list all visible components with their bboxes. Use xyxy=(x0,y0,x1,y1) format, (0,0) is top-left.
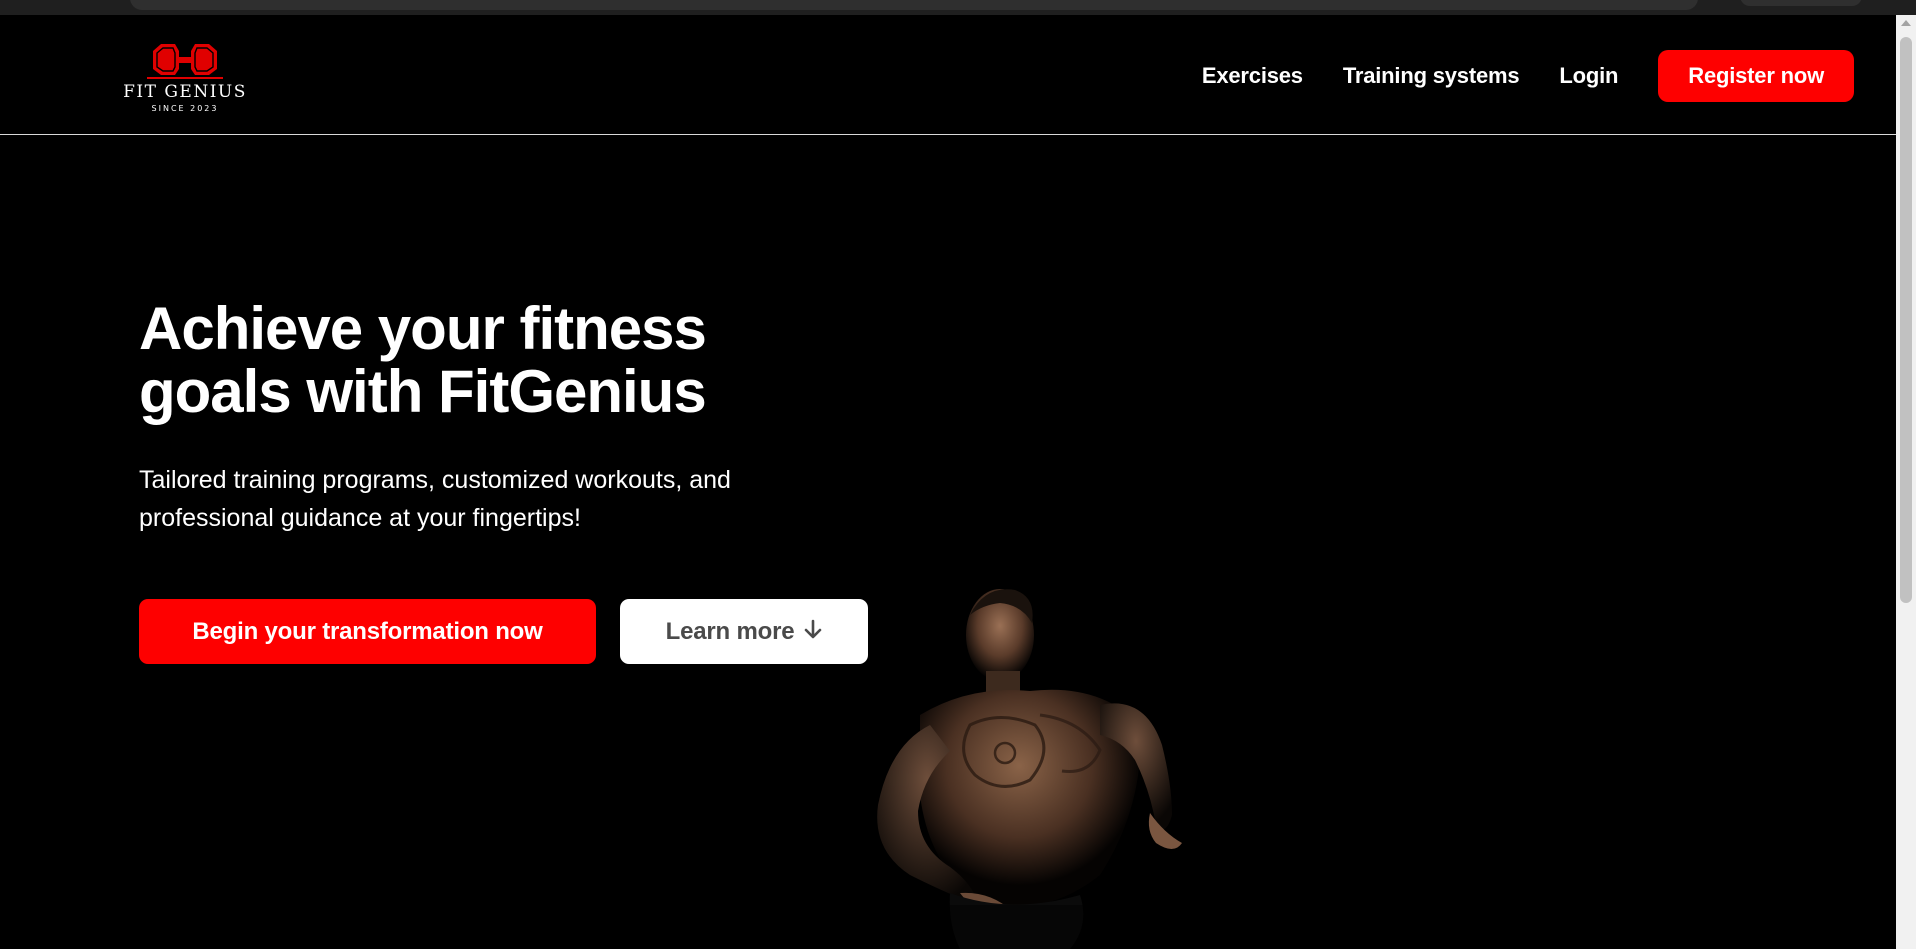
dumbbell-icon xyxy=(147,44,223,79)
page: FIT GENIUS SINCE 2023 Exercises Training… xyxy=(0,15,1896,949)
register-button[interactable]: Register now xyxy=(1658,50,1854,102)
hero-subtitle: Tailored training programs, customized w… xyxy=(139,466,731,532)
nav-training-systems[interactable]: Training systems xyxy=(1343,63,1520,89)
logo-tagline: SINCE 2023 xyxy=(151,104,219,113)
hero-title: Achieve your fitness goals with FitGeniu… xyxy=(139,295,707,425)
logo-name: FIT GENIUS xyxy=(123,82,247,102)
browser-profile-button[interactable] xyxy=(1740,0,1862,6)
browser-toolbar xyxy=(0,0,1916,15)
scroll-up-arrow-icon[interactable] xyxy=(1901,20,1911,26)
begin-transformation-label: Begin your transformation now xyxy=(192,617,543,645)
main-nav: Exercises Training systems Login Registe… xyxy=(1162,50,1854,102)
nav-login[interactable]: Login xyxy=(1559,63,1618,89)
scrollbar-thumb[interactable] xyxy=(1900,37,1912,603)
logo[interactable]: FIT GENIUS SINCE 2023 xyxy=(120,41,250,121)
scrollbar[interactable] xyxy=(1896,15,1916,949)
site-header: FIT GENIUS SINCE 2023 Exercises Training… xyxy=(0,15,1896,135)
begin-transformation-button[interactable]: Begin your transformation now xyxy=(139,599,596,664)
learn-more-label: Learn more xyxy=(665,617,795,645)
nav-exercises[interactable]: Exercises xyxy=(1202,63,1303,89)
address-bar[interactable] xyxy=(130,0,1698,10)
athlete-image xyxy=(800,589,1260,949)
